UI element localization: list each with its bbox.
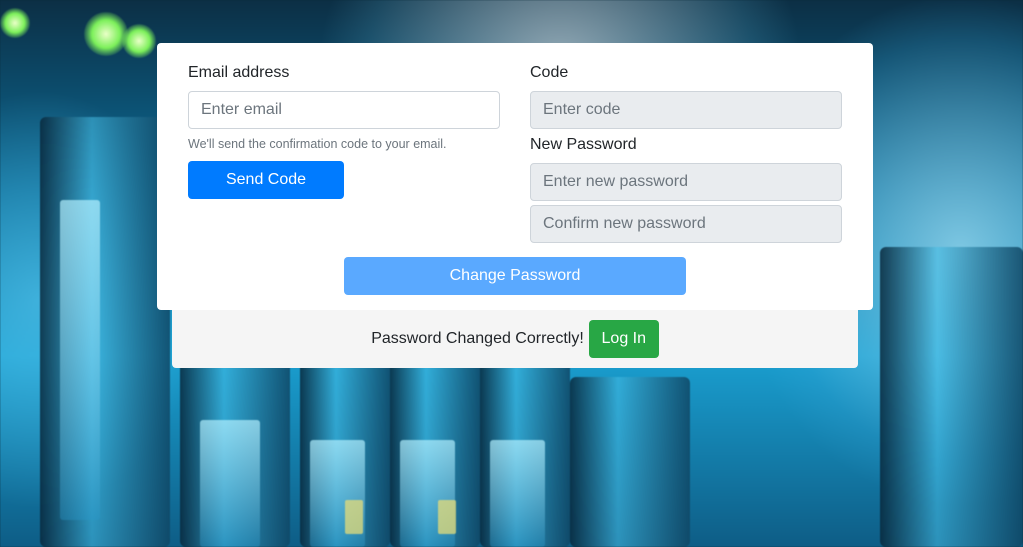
server-slot-decoration — [60, 200, 100, 520]
status-led-decoration — [84, 12, 128, 56]
code-label: Code — [530, 64, 569, 81]
server-slot-decoration — [200, 420, 260, 547]
server-slot-decoration — [490, 440, 545, 547]
email-label: Email address — [188, 64, 290, 81]
login-button[interactable]: Log In — [588, 320, 659, 358]
server-tag-decoration — [438, 500, 456, 534]
email-input[interactable] — [188, 91, 500, 129]
server-tag-decoration — [345, 500, 363, 534]
server-rack-decoration — [880, 247, 1023, 547]
email-section: Email address We'll send the confirmatio… — [188, 62, 500, 199]
new-password-input[interactable] — [530, 163, 842, 201]
server-rack-decoration — [570, 377, 690, 547]
status-led-decoration — [122, 24, 156, 58]
change-password-button[interactable]: Change Password — [344, 257, 686, 295]
code-input[interactable] — [530, 91, 842, 129]
email-help-text: We'll send the confirmation code to your… — [188, 137, 447, 151]
new-password-label: New Password — [530, 136, 637, 153]
success-message: Password Changed Correctly! — [371, 330, 584, 347]
reset-password-card: Email address We'll send the confirmatio… — [157, 43, 873, 310]
confirm-password-input[interactable] — [530, 205, 842, 243]
success-footer: Password Changed Correctly! Log In — [172, 310, 858, 368]
status-led-decoration — [0, 8, 30, 38]
code-password-section: Code New Password — [530, 62, 842, 243]
send-code-button[interactable]: Send Code — [188, 161, 344, 199]
